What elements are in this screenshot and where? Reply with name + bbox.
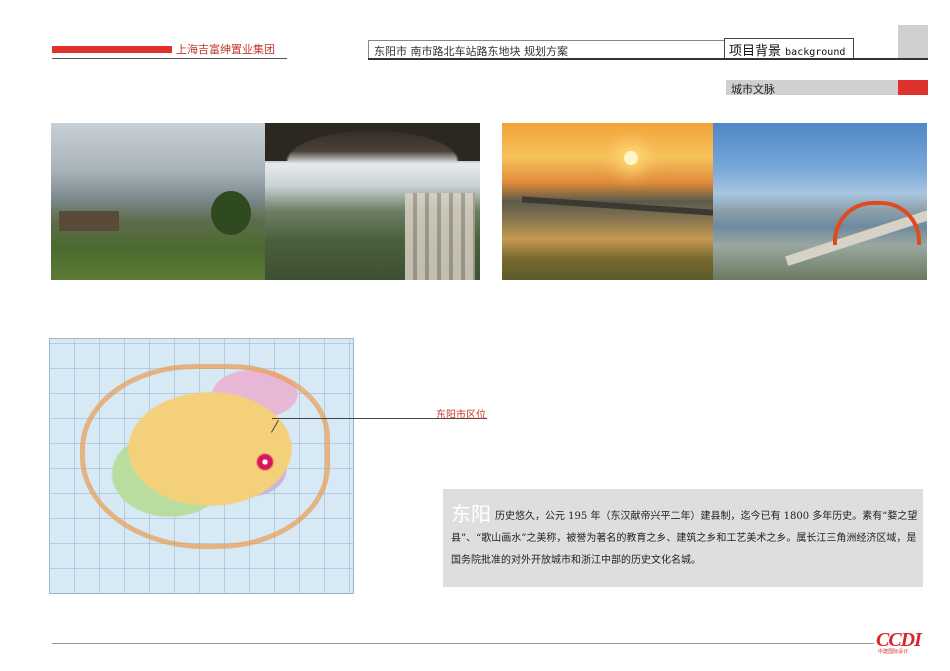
header-divider: [368, 58, 928, 60]
description-text: 东阳 历史悠久，公元 195 年（东汉献帝兴平二年）建县制，迄今已有 1800 多…: [451, 503, 919, 572]
subheader-label: 城市文脉: [731, 83, 775, 96]
cave-overhang: [265, 123, 480, 161]
section-title-en: background: [785, 47, 846, 58]
village-house: [59, 211, 119, 231]
section-title-cn: 项目背景: [729, 44, 782, 59]
cliff-temple-photo: [265, 123, 480, 280]
river-bridge: [522, 196, 713, 216]
village-tree: [211, 191, 251, 235]
dongyang-location-marker: [256, 453, 274, 471]
section-title: 项目背景 background: [729, 40, 845, 59]
mountain-village-photo: [51, 123, 265, 280]
stone-railing: [405, 193, 475, 280]
description-body: 历史悠久，公元 195 年（东汉献帝兴平二年）建县制，迄今已有 1800 多年历…: [451, 511, 918, 566]
arch-bridge: [833, 201, 921, 245]
company-name: 上海吉富绅置业集团: [176, 43, 275, 56]
sunset-river-bridge-photo: [502, 123, 713, 280]
company-underline: [52, 58, 287, 59]
project-title: 东阳市 南市路北车站路东地块 规划方案: [374, 45, 568, 58]
description-title: 东阳: [451, 502, 491, 526]
sun: [624, 151, 638, 165]
header-accent-bar: [52, 46, 172, 53]
header-grey-block: [898, 25, 928, 59]
china-location-map: [49, 338, 354, 594]
country-border: [80, 364, 330, 549]
city-river-arch-bridge-photo: [713, 123, 927, 280]
locator-label: 东阳市区位: [436, 410, 486, 421]
subheader-red-block: [898, 80, 928, 95]
ccdi-logo-subtitle: 中建国际设计: [878, 649, 909, 655]
footer-divider: [52, 643, 874, 644]
